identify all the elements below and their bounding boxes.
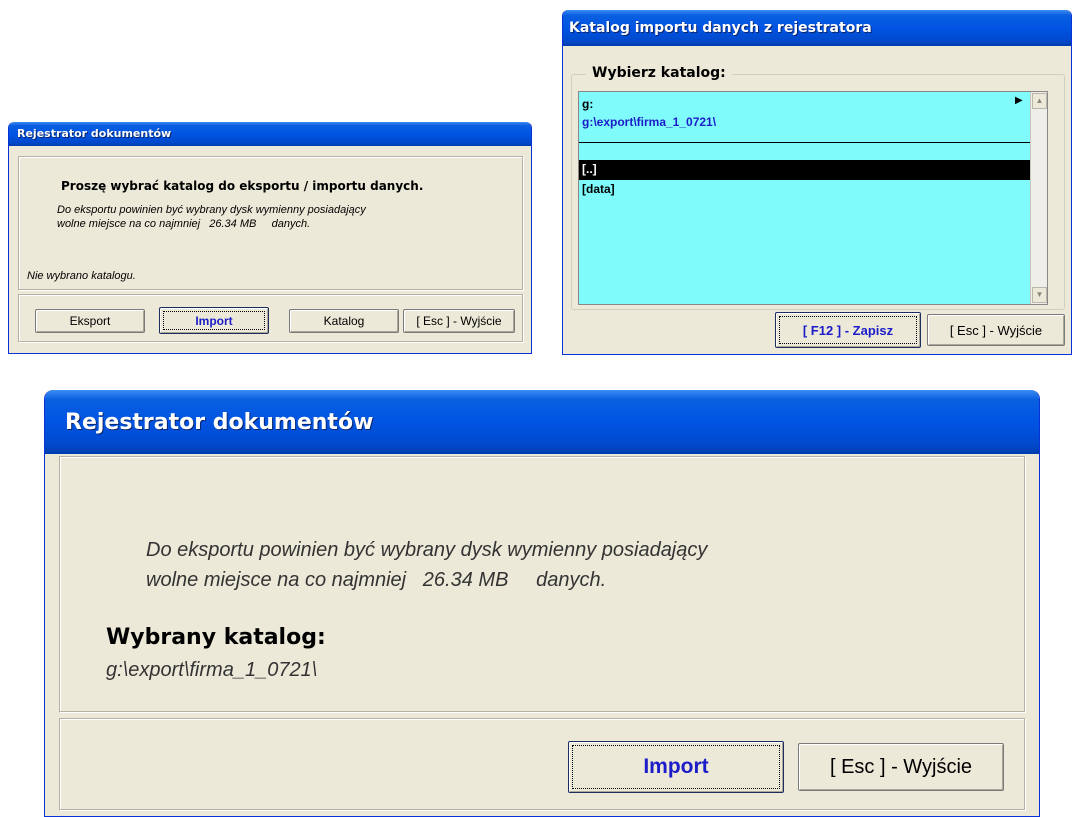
dialog-heading: Proszę wybrać katalog do eksportu / impo…: [61, 179, 424, 193]
message-panel: Do eksportu powinien być wybrany dysk wy…: [59, 456, 1025, 712]
message-panel: Proszę wybrać katalog do eksportu / impo…: [18, 156, 523, 290]
divider: [579, 142, 1032, 143]
info-line-2: wolne miejsce na co najmniej 26.34 MB da…: [146, 569, 607, 591]
exit-button[interactable]: [ Esc ] - Wyjście: [798, 743, 1004, 791]
list-item-selected[interactable]: [..]: [579, 160, 1032, 180]
dialog-title: Rejestrator dokumentów: [9, 122, 531, 146]
exit-button[interactable]: [ Esc ] - Wyjście: [927, 314, 1065, 346]
scroll-up-icon[interactable]: ▲: [1032, 93, 1047, 109]
dialog-title: Katalog importu danych z rejestratora: [563, 10, 1071, 46]
current-path: g:\export\firma_1_0721\: [582, 115, 717, 129]
status-text: Nie wybrano katalogu.: [27, 270, 136, 282]
scroll-down-icon[interactable]: ▼: [1032, 287, 1047, 303]
drive-label: g:: [582, 97, 594, 111]
selected-path: g:\export\firma_1_0721\: [106, 659, 318, 681]
list-item[interactable]: [data]: [582, 182, 615, 196]
export-import-dialog: Rejestrator dokumentów Proszę wybrać kat…: [8, 122, 532, 354]
catalog-dialog: Katalog importu danych z rejestratora Wy…: [562, 10, 1072, 355]
catalog-button[interactable]: Katalog: [289, 309, 399, 333]
save-button-label: [ F12 ] - Zapisz: [779, 316, 917, 344]
drive-arrow-icon: ▶: [1015, 95, 1023, 106]
exit-button[interactable]: [ Esc ] - Wyjście: [403, 309, 515, 333]
export-selected-dialog: Rejestrator dokumentów Do eksportu powin…: [44, 390, 1040, 817]
directory-list[interactable]: g: ▶ g:\export\firma_1_0721\ [..] [data]…: [578, 91, 1048, 305]
button-bar: Eksport Import Katalog [ Esc ] - Wyjście: [18, 294, 523, 342]
list-item-label: [..]: [582, 162, 597, 176]
group-label: Wybierz katalog:: [586, 65, 732, 81]
save-button[interactable]: [ F12 ] - Zapisz: [775, 312, 921, 348]
import-button-label: Import: [163, 311, 265, 330]
catalog-group: Wybierz katalog: g: ▶ g:\export\firma_1_…: [571, 65, 1065, 310]
button-bar: Import [ Esc ] - Wyjście: [59, 718, 1025, 810]
dialog-title: Rejestrator dokumentów: [45, 390, 1039, 454]
export-button[interactable]: Eksport: [35, 309, 145, 333]
info-line-1: Do eksportu powinien być wybrany dysk wy…: [57, 204, 366, 216]
list-scrollbar[interactable]: ▲ ▼: [1030, 92, 1047, 304]
import-button-label: Import: [572, 745, 780, 789]
info-line-2: wolne miejsce na co najmniej 26.34 MB da…: [57, 218, 311, 230]
info-line-1: Do eksportu powinien być wybrany dysk wy…: [146, 539, 708, 561]
selected-label: Wybrany katalog:: [106, 625, 326, 650]
import-button[interactable]: Import: [159, 307, 269, 334]
import-button[interactable]: Import: [568, 741, 784, 793]
